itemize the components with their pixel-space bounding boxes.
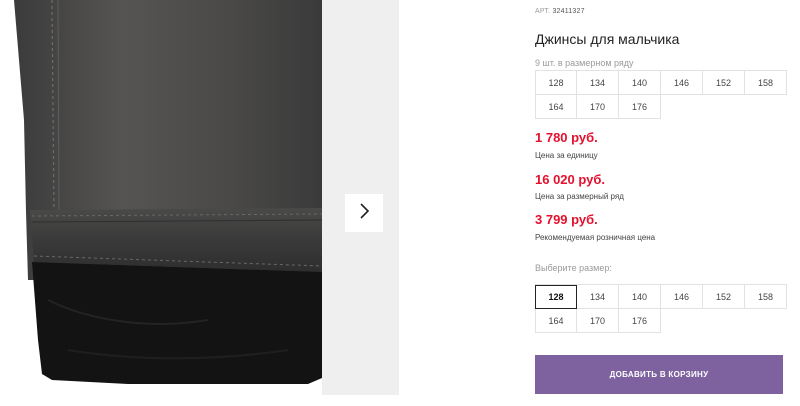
article-value: 32411327 [552, 8, 585, 15]
pack-note: 9 шт. в размерном ряду [535, 58, 634, 68]
pack-size-cell: 158 [745, 71, 787, 95]
size-option[interactable]: 170 [577, 309, 619, 333]
size-option[interactable]: 164 [535, 309, 577, 333]
size-option[interactable]: 158 [745, 285, 787, 309]
pack-size-cell: 170 [577, 95, 619, 119]
size-option[interactable]: 152 [703, 285, 745, 309]
article-label: АРТ. [535, 8, 551, 15]
next-image-button[interactable] [345, 194, 383, 232]
retail-price: 3 799 руб. [535, 212, 598, 227]
size-selector: 128 134 140 146 152 158 164 170 176 [535, 284, 787, 333]
add-to-cart-button[interactable]: ДОБАВИТЬ В КОРЗИНУ [535, 355, 783, 394]
chevron-right-icon [358, 202, 370, 224]
pack-size-cell: 134 [577, 71, 619, 95]
size-option-selected[interactable]: 128 [535, 285, 577, 309]
pack-size-cell: 128 [535, 71, 577, 95]
unit-price-caption: Цена за единицу [535, 151, 598, 160]
article-number: АРТ. 32411327 [535, 8, 585, 15]
pack-size-cell: 164 [535, 95, 577, 119]
unit-price: 1 780 руб. [535, 130, 598, 145]
size-option[interactable]: 176 [619, 309, 661, 333]
size-option[interactable]: 140 [619, 285, 661, 309]
pack-size-cell: 176 [619, 95, 661, 119]
pack-size-cell: 152 [703, 71, 745, 95]
pack-price-caption: Цена за размерный ряд [535, 192, 624, 201]
product-title: Джинсы для мальчика [535, 31, 680, 47]
pack-size-cell: 146 [661, 71, 703, 95]
product-gallery [8, 0, 399, 395]
size-select-label: Выберите размер: [535, 263, 612, 273]
pack-size-cell: 140 [619, 71, 661, 95]
retail-price-caption: Рекомендуемая розничная цена [535, 233, 656, 242]
product-photo [8, 0, 322, 395]
size-option[interactable]: 146 [661, 285, 703, 309]
pack-size-grid: 128 134 140 146 152 158 164 170 176 [535, 70, 787, 119]
size-option[interactable]: 134 [577, 285, 619, 309]
pack-price: 16 020 руб. [535, 172, 606, 187]
